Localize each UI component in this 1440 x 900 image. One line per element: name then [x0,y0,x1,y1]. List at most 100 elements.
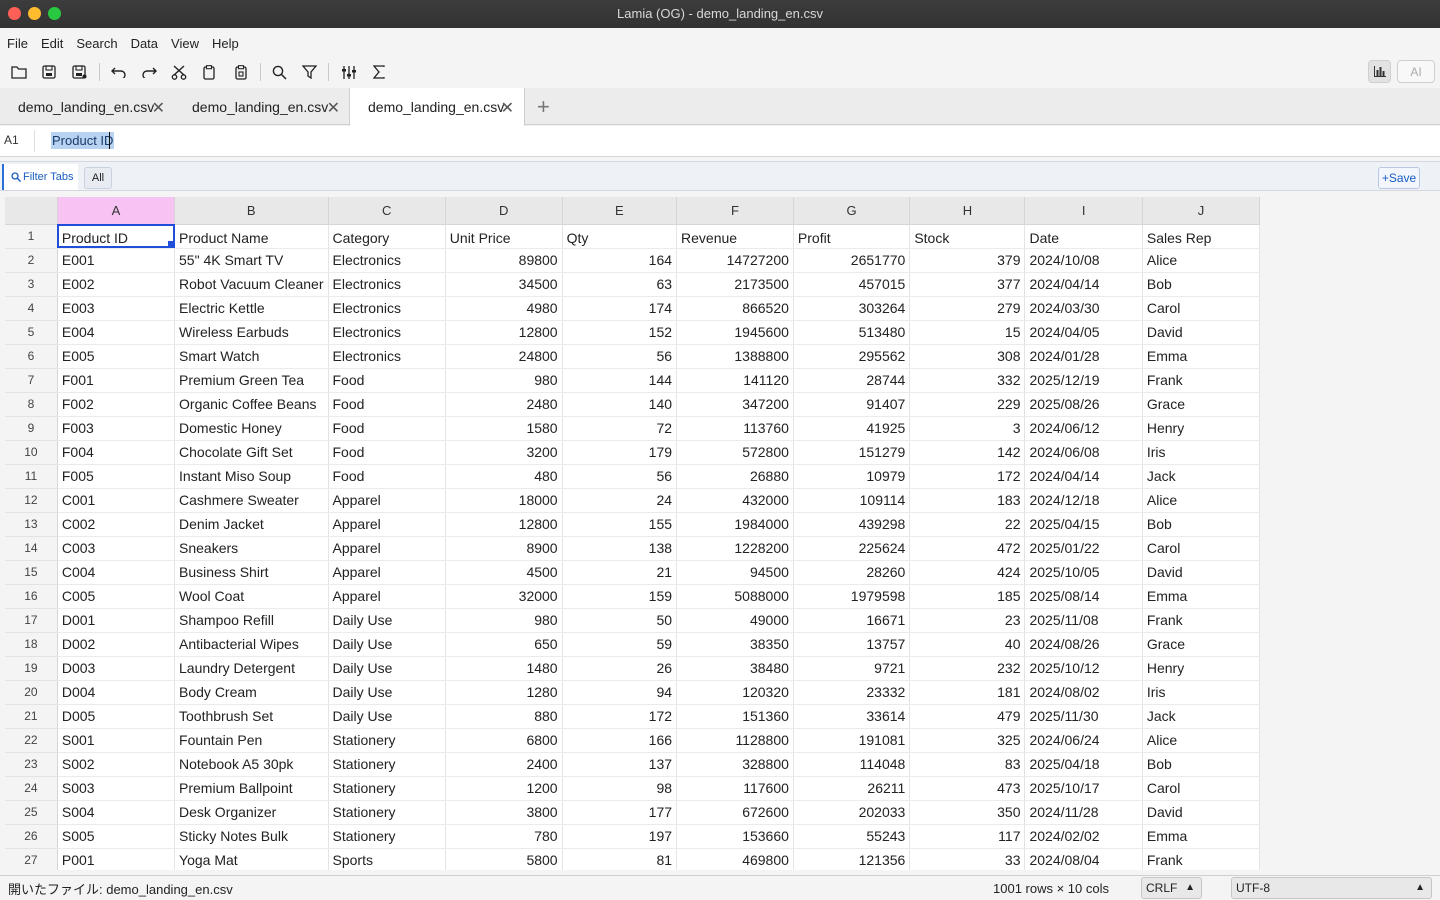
table-cell[interactable]: 1228200 [676,536,794,561]
table-cell[interactable]: Alice [1142,728,1260,753]
table-cell[interactable]: 2024/11/28 [1024,800,1143,825]
table-cell[interactable]: 13757 [793,632,911,657]
row-number[interactable]: 2 [5,248,58,273]
tab-file-2[interactable]: demo_landing_en.csv ✕ [174,88,350,125]
table-cell[interactable]: Food [328,392,446,417]
table-cell[interactable]: F004 [57,440,176,465]
select-all-corner[interactable] [5,197,58,225]
table-cell[interactable]: Apparel [328,488,446,513]
table-cell[interactable]: 12800 [445,320,563,345]
table-cell[interactable]: David [1142,560,1260,585]
column-header[interactable]: G [793,197,911,225]
table-cell[interactable]: 295562 [793,344,911,369]
table-cell[interactable]: 91407 [793,392,911,417]
table-cell[interactable]: E001 [57,248,176,273]
table-cell[interactable]: D002 [57,632,176,657]
table-cell[interactable]: Unit Price [445,224,563,249]
table-cell[interactable]: 197 [562,824,678,849]
table-cell[interactable]: C002 [57,512,176,537]
search-icon[interactable] [268,61,290,83]
table-cell[interactable]: Apparel [328,584,446,609]
table-cell[interactable]: 480 [445,464,563,489]
table-cell[interactable]: Stationery [328,752,446,777]
close-window-button[interactable] [8,7,21,20]
table-cell[interactable]: 980 [445,368,563,393]
table-cell[interactable]: 8900 [445,536,563,561]
table-cell[interactable]: Daily Use [328,680,446,705]
table-cell[interactable]: 56 [562,464,678,489]
row-number[interactable]: 12 [5,488,58,513]
table-cell[interactable]: Bob [1142,272,1260,297]
copy-icon[interactable] [198,61,220,83]
table-cell[interactable]: Sticky Notes Bulk [174,824,329,849]
table-cell[interactable]: 6800 [445,728,563,753]
table-cell[interactable]: Food [328,416,446,441]
table-cell[interactable]: 2173500 [676,272,794,297]
table-cell[interactable]: Shampoo Refill [174,608,329,633]
menu-view[interactable]: View [171,32,206,56]
table-cell[interactable]: Cashmere Sweater [174,488,329,513]
table-cell[interactable]: C001 [57,488,176,513]
close-icon[interactable]: ✕ [152,98,165,118]
table-cell[interactable]: 26211 [793,776,911,801]
table-cell[interactable]: 424 [909,560,1026,585]
table-cell[interactable]: 177 [562,800,678,825]
table-cell[interactable]: F001 [57,368,176,393]
table-cell[interactable]: 21 [562,560,678,585]
table-cell[interactable]: 2025/11/30 [1024,704,1143,729]
table-cell[interactable]: 469800 [676,848,794,870]
table-cell[interactable]: Product Name [174,224,329,249]
redo-icon[interactable] [138,61,160,83]
table-cell[interactable]: 308 [909,344,1026,369]
table-cell[interactable]: Carol [1142,296,1260,321]
close-icon[interactable]: ✕ [327,98,340,118]
table-cell[interactable]: Iris [1142,440,1260,465]
table-cell[interactable]: Sales Rep [1142,224,1260,249]
table-cell[interactable]: 2025/04/18 [1024,752,1143,777]
table-cell[interactable]: Wireless Earbuds [174,320,329,345]
table-cell[interactable]: 2025/08/14 [1024,584,1143,609]
row-number[interactable]: 24 [5,776,58,801]
table-cell[interactable]: S001 [57,728,176,753]
table-cell[interactable]: 185 [909,584,1026,609]
table-cell[interactable]: Frank [1142,608,1260,633]
menu-search[interactable]: Search [76,32,124,56]
table-cell[interactable]: 151360 [676,704,794,729]
row-number[interactable]: 3 [5,272,58,297]
table-cell[interactable]: Date [1024,224,1143,249]
table-cell[interactable]: 2024/01/28 [1024,344,1143,369]
table-cell[interactable]: Iris [1142,680,1260,705]
table-cell[interactable]: Jack [1142,704,1260,729]
table-cell[interactable]: 26 [562,656,678,681]
table-cell[interactable]: Emma [1142,584,1260,609]
table-cell[interactable]: 41925 [793,416,911,441]
table-cell[interactable]: Emma [1142,344,1260,369]
table-cell[interactable]: 2024/06/08 [1024,440,1143,465]
table-cell[interactable]: Carol [1142,536,1260,561]
table-cell[interactable]: 34500 [445,272,563,297]
table-cell[interactable]: 2400 [445,752,563,777]
table-cell[interactable]: 202033 [793,800,911,825]
table-cell[interactable]: 153660 [676,824,794,849]
tab-file-1[interactable]: demo_landing_en.csv ✕ [0,88,175,125]
table-cell[interactable]: 980 [445,608,563,633]
table-cell[interactable]: 40 [909,632,1026,657]
table-cell[interactable]: 457015 [793,272,911,297]
sigma-icon[interactable] [368,61,390,83]
table-cell[interactable]: F005 [57,464,176,489]
table-cell[interactable]: Laundry Detergent [174,656,329,681]
table-cell[interactable]: 2024/06/12 [1024,416,1143,441]
table-cell[interactable]: 2025/10/12 [1024,656,1143,681]
table-cell[interactable]: Electric Kettle [174,296,329,321]
table-cell[interactable]: C003 [57,536,176,561]
table-cell[interactable]: 55243 [793,824,911,849]
undo-icon[interactable] [108,61,130,83]
table-cell[interactable]: 15 [909,320,1026,345]
table-cell[interactable]: 144 [562,368,678,393]
table-cell[interactable]: Stock [909,224,1026,249]
row-number[interactable]: 19 [5,656,58,681]
table-cell[interactable]: Electronics [328,272,446,297]
row-number[interactable]: 25 [5,800,58,825]
table-cell[interactable]: 439298 [793,512,911,537]
table-cell[interactable]: 303264 [793,296,911,321]
